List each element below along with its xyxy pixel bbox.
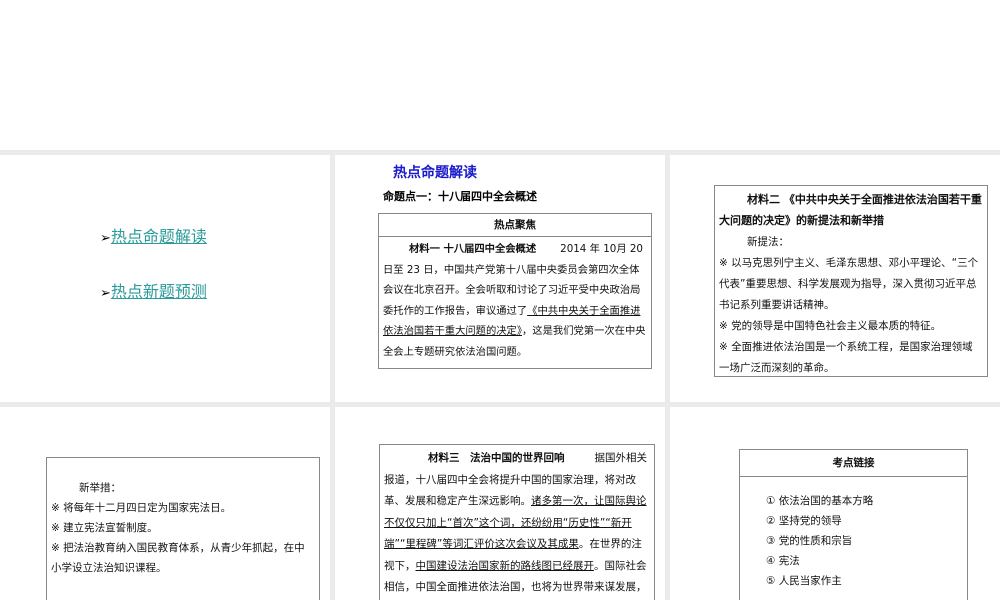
arrow-bullet-icon: ➢ [100,286,111,301]
list-item: ① 依法治国的基本方略 [766,495,874,507]
material-title: 材料三 法治中国的世界回响 [428,452,565,464]
list-item: ※ 将每年十二月四日定为国家宪法日。 [51,502,232,514]
slide-sorter-grid: ➢热点命题解读 ➢热点新题预测 热点命题解读 命题点一：十八届四中全会概述 热点… [0,150,1000,600]
list-item: ※ 把法治教育纳入国民教育体系，从青少年抓起，在中小学设立法治知识课程。 [51,542,305,574]
list-item: ※ 党的领导是中国特色社会主义最本质的特征。 [719,320,942,332]
material-underlined: 中国建设法治国家新的路线图已经展开 [415,559,595,572]
slide-4[interactable]: 新举措： ※ 将每年十二月四日定为国家宪法日。 ※ 建立宪法宣誓制度。 ※ 把法… [0,407,330,600]
material-title: 材料二 《中共中央关于全面推进依法治国若干重大问题的决定》的新提法和新举措 [719,193,982,227]
slide-5[interactable]: 材料三 法治中国的世界回响 据国外相关报道，十八届四中全会将提升中国的国家治理，将… [335,407,665,600]
slide-1[interactable]: ➢热点命题解读 ➢热点新题预测 [0,155,330,402]
link-hot-topic-interpretation[interactable]: 热点命题解读 [111,227,207,246]
slide-2[interactable]: 热点命题解读 命题点一：十八届四中全会概述 热点聚焦 材料一 十八届四中全会概述… [335,155,665,402]
material-text: 材料三 法治中国的世界回响 据国外相关报道，十八届四中全会将提升中国的国家治理，将… [379,444,655,600]
nav-item-2[interactable]: ➢热点新题预测 [100,278,207,302]
list-item: ⑤ 人民当家作主 [766,575,842,587]
material-title: 材料一 十八届四中全会概述 [409,243,537,255]
box-header: 热点聚焦 [379,214,651,237]
material-subheading: 新提法： [747,236,789,248]
slide-3[interactable]: 材料二 《中共中央关于全面推进依法治国若干重大问题的决定》的新提法和新举措 新提… [670,155,1000,402]
list-item: ④ 宪法 [766,555,800,567]
list-item: ※ 全面推进依法治国是一个系统工程，是国家治理领域一场广泛而深刻的革命。 [719,341,973,374]
material-subheading: 新举措： [79,482,121,494]
top-blank-area [0,0,1000,150]
slide-subtitle: 命题点一：十八届四中全会概述 [383,190,537,203]
list-item: ※ 以马克思列宁主义、毛泽东思想、邓小平理论、“三个代表”重要思想、科学发展观为… [719,257,979,311]
link-hot-topic-prediction[interactable]: 热点新题预测 [111,282,207,301]
list-item: ※ 建立宪法宣誓制度。 [51,522,158,534]
slide-title: 热点命题解读 [393,165,477,181]
nav-item-1[interactable]: ➢热点命题解读 [100,223,207,247]
box-header: 考点链接 [740,450,967,477]
material-text: 材料一 十八届四中全会概述 2014 年 10月 20 日至 23 日，中国共产党… [379,237,651,364]
slide-6[interactable]: 考点链接 ① 依法治国的基本方略 ② 坚持党的领导 ③ 党的性质和宗旨 ④ 宪法… [670,407,1000,600]
list-item: ② 坚持党的领导 [766,515,842,527]
list-item: ③ 党的性质和宗旨 [766,535,853,547]
arrow-bullet-icon: ➢ [100,231,111,246]
material-date: 2014 年 10 [560,243,617,255]
